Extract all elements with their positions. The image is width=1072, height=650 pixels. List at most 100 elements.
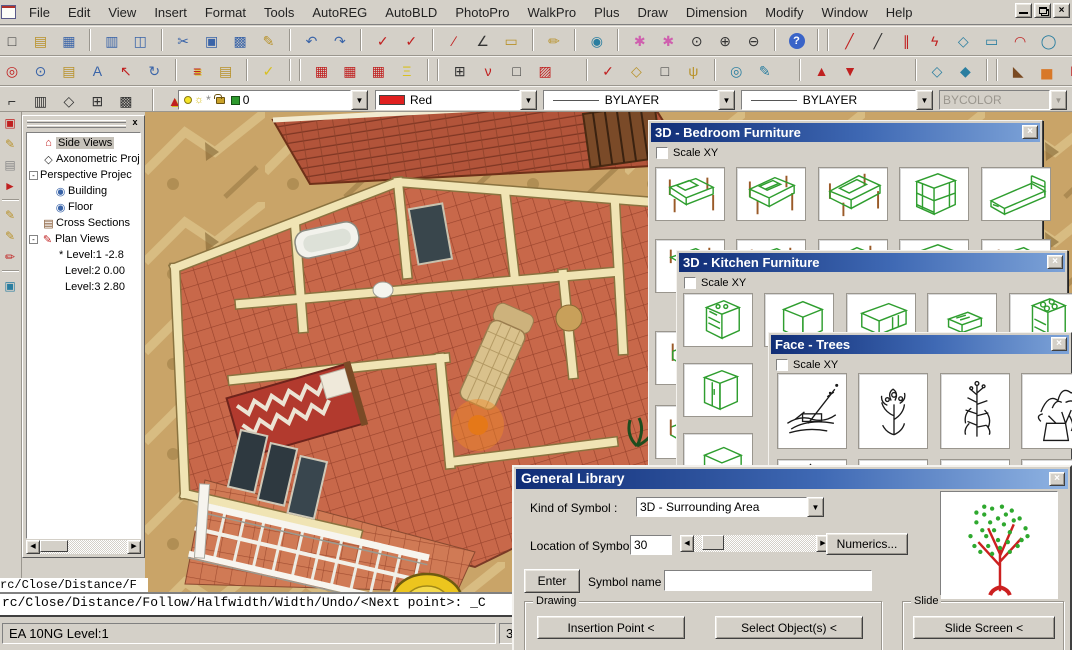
- rectangle-icon[interactable]: ▭: [980, 29, 1004, 53]
- ruler-icon[interactable]: ▭: [499, 29, 523, 53]
- ucs-face-icon[interactable]: ⌐: [0, 89, 24, 113]
- ucs-cycle-icon[interactable]: ↻: [142, 59, 166, 83]
- tree-item-axonometric[interactable]: ◇ Axonometric Proje: [27, 151, 140, 167]
- poly-v-icon[interactable]: ν: [476, 59, 500, 83]
- menu-draw[interactable]: Draw: [628, 2, 676, 23]
- box3d-a-icon[interactable]: ◇: [925, 59, 949, 83]
- filter-icon[interactable]: ✓: [257, 59, 281, 83]
- layers-icon[interactable]: ≡: [185, 59, 209, 83]
- viewport-grid-icon[interactable]: ⊞: [85, 89, 109, 113]
- polyline-icon[interactable]: ϟ: [923, 29, 947, 53]
- spline-icon[interactable]: ∿: [1065, 29, 1072, 53]
- collapse-icon[interactable]: -: [29, 235, 38, 244]
- new-icon[interactable]: □: [0, 29, 24, 53]
- zoom-out-icon[interactable]: ⊖: [742, 29, 766, 53]
- kitchen-scale-xy-checkbox[interactable]: [684, 277, 696, 289]
- kitchen-palette-close-icon[interactable]: ×: [1047, 255, 1063, 269]
- general-library-close-icon[interactable]: ×: [1049, 472, 1065, 486]
- select-objects-button[interactable]: Select Object(s) <: [715, 616, 863, 639]
- tree-item-level-1[interactable]: * Level:1 -2.8: [27, 247, 140, 263]
- scroll-left-icon[interactable]: ◀: [680, 535, 694, 552]
- scroll-left-icon[interactable]: ◀: [26, 540, 40, 554]
- tile-plant-orchid[interactable]: [858, 373, 928, 449]
- symbol-name-input[interactable]: [664, 570, 872, 591]
- circle-icon[interactable]: ◯: [1037, 29, 1061, 53]
- print-preview-icon[interactable]: ◫: [128, 29, 152, 53]
- layer-combo[interactable]: ☼ * 0 ▼: [178, 90, 368, 110]
- red-tool-icon[interactable]: ▣: [0, 113, 20, 133]
- tile-stove[interactable]: [683, 293, 753, 347]
- document-icon[interactable]: [1, 5, 16, 19]
- location-scrollbar[interactable]: ◀ ▶: [680, 535, 830, 552]
- help-icon[interactable]: ?: [785, 29, 809, 53]
- sofa-icon[interactable]: ▅: [1035, 59, 1059, 83]
- edit-check-icon[interactable]: ✓: [371, 29, 395, 53]
- menu-help[interactable]: Help: [877, 2, 922, 23]
- location-of-symbol-input[interactable]: [630, 535, 672, 555]
- aec-level-icon[interactable]: Ξ: [395, 59, 419, 83]
- color-combo[interactable]: Red ▼: [375, 90, 537, 110]
- tree-hscrollbar[interactable]: ◀ ▶: [26, 540, 141, 554]
- arrow-tool-icon[interactable]: ►: [0, 176, 20, 196]
- door-icon[interactable]: ◣: [1006, 59, 1030, 83]
- menu-modify[interactable]: Modify: [756, 2, 812, 23]
- pencil-3-icon[interactable]: ✎: [0, 226, 20, 246]
- tree-item-perspective[interactable]: - Perspective Projec: [27, 167, 140, 183]
- angle-icon[interactable]: ∠: [471, 29, 495, 53]
- level-up-icon[interactable]: ▲: [810, 59, 834, 83]
- aec-grid-1-icon[interactable]: ▦: [309, 59, 333, 83]
- menu-insert[interactable]: Insert: [145, 2, 196, 23]
- viewports-h-icon[interactable]: ▥: [28, 89, 52, 113]
- kind-combo-arrow[interactable]: ▼: [807, 497, 824, 517]
- aec-grid-2-icon[interactable]: ▦: [338, 59, 362, 83]
- menu-autobld[interactable]: AutoBLD: [376, 2, 446, 23]
- tile-bunk-bed[interactable]: [899, 167, 969, 221]
- pencil-4-icon[interactable]: ✏: [0, 247, 20, 267]
- tree-item-level-2[interactable]: Level:2 0.00: [27, 263, 140, 279]
- bedroom-palette-titlebar[interactable]: 3D - Bedroom Furniture ×: [651, 123, 1040, 142]
- menu-walkpro[interactable]: WalkPro: [519, 2, 586, 23]
- distance-icon[interactable]: ∕: [442, 29, 466, 53]
- restore-button[interactable]: [1034, 3, 1051, 18]
- color-combo-arrow[interactable]: ▼: [520, 90, 537, 110]
- tree-item-plan-views[interactable]: - ✎ Plan Views: [27, 231, 140, 247]
- menu-format[interactable]: Format: [196, 2, 255, 23]
- lineweight-combo-arrow[interactable]: ▼: [916, 90, 933, 110]
- tree-item-level-3[interactable]: Level:3 2.80: [27, 279, 140, 295]
- trees-scale-xy-checkbox[interactable]: [776, 359, 788, 371]
- menu-edit[interactable]: Edit: [59, 2, 99, 23]
- zoom-text-icon[interactable]: A: [85, 59, 109, 83]
- zoom-sheet-icon[interactable]: ▤: [57, 59, 81, 83]
- box3d-b-icon[interactable]: ◆: [953, 59, 977, 83]
- enter-button[interactable]: Enter: [524, 569, 580, 593]
- linetype-combo-arrow[interactable]: ▼: [718, 90, 735, 110]
- zoom-object-icon[interactable]: ◎: [0, 59, 24, 83]
- close-button[interactable]: ×: [1053, 3, 1070, 18]
- tile-double-bed-1[interactable]: [655, 167, 725, 221]
- line-icon[interactable]: ╱: [837, 29, 861, 53]
- polygon-icon[interactable]: ◇: [951, 29, 975, 53]
- bedroom-scale-xy-checkbox[interactable]: [656, 147, 668, 159]
- scroll-thumb[interactable]: [702, 535, 724, 550]
- paste-icon[interactable]: ▩: [228, 29, 252, 53]
- tile-plant-tall-grass[interactable]: [940, 373, 1010, 449]
- named-views-icon[interactable]: ▩: [114, 89, 138, 113]
- menu-photopro[interactable]: PhotoPro: [446, 2, 518, 23]
- white-box-icon[interactable]: □: [653, 59, 677, 83]
- menu-view[interactable]: View: [99, 2, 145, 23]
- level-down-icon[interactable]: ▼: [838, 59, 862, 83]
- menu-tools[interactable]: Tools: [255, 2, 303, 23]
- collapse-icon[interactable]: -: [29, 171, 38, 180]
- bedroom-palette-close-icon[interactable]: ×: [1022, 125, 1038, 139]
- circle-view-icon[interactable]: ◎: [724, 59, 748, 83]
- copy-icon[interactable]: ▣: [200, 29, 224, 53]
- cut-icon[interactable]: ✂: [171, 29, 195, 53]
- undo-icon[interactable]: ↶: [299, 29, 323, 53]
- trees-palette-titlebar[interactable]: Face - Trees ×: [771, 335, 1069, 354]
- hierarchy-icon[interactable]: ψ: [681, 59, 705, 83]
- compass-icon[interactable]: ◇: [57, 89, 81, 113]
- scroll-right-icon[interactable]: ▶: [127, 540, 141, 554]
- open-icon[interactable]: ▤: [28, 29, 52, 53]
- kitchen-palette-titlebar[interactable]: 3D - Kitchen Furniture ×: [679, 253, 1065, 272]
- tree-item-building[interactable]: ◉ Building: [27, 183, 140, 199]
